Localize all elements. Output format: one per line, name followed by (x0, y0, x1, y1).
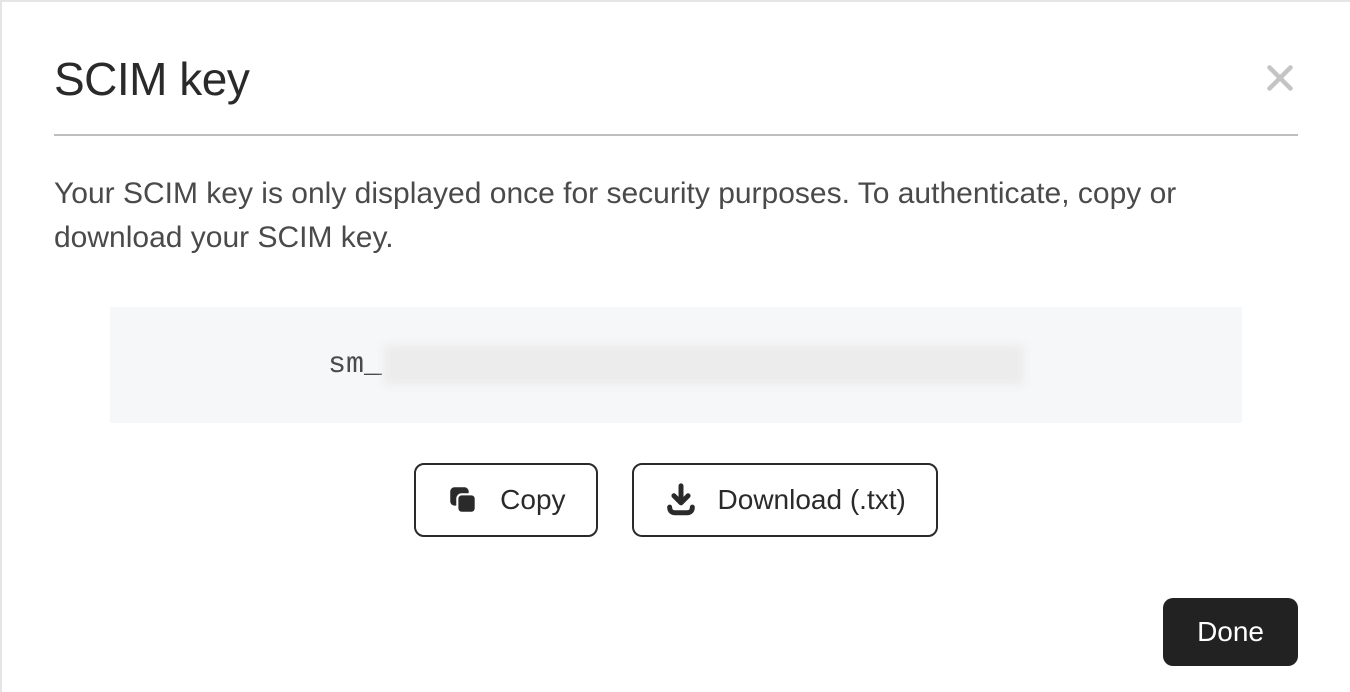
modal-footer: Done (1163, 598, 1298, 666)
modal-description: Your SCIM key is only displayed once for… (54, 172, 1298, 259)
scim-key-redacted (384, 345, 1024, 385)
scim-key-modal: SCIM key Your SCIM key is only displayed… (0, 0, 1350, 692)
close-button[interactable] (1262, 60, 1298, 96)
download-icon (664, 483, 698, 517)
divider (54, 134, 1298, 136)
copy-icon (446, 483, 480, 517)
copy-button[interactable]: Copy (414, 463, 597, 537)
action-buttons: Copy Download (.txt) (54, 463, 1298, 537)
close-icon (1262, 60, 1298, 96)
scim-key-display: sm_ (110, 307, 1242, 423)
download-button-label: Download (.txt) (718, 484, 906, 516)
modal-header: SCIM key (54, 52, 1298, 106)
copy-button-label: Copy (500, 484, 565, 516)
scim-key-prefix: sm_ (328, 348, 382, 382)
download-button[interactable]: Download (.txt) (632, 463, 938, 537)
modal-title: SCIM key (54, 52, 249, 106)
done-button[interactable]: Done (1163, 598, 1298, 666)
